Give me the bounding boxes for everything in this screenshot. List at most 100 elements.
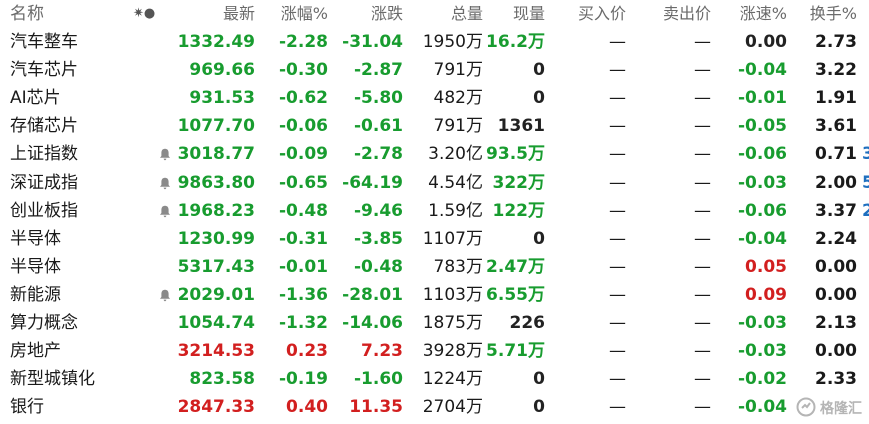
table-row[interactable]: 银行 2847.33 0.40 11.35 2704万 0 — — -0.04 [0, 393, 869, 421]
row-speed: -0.03 [738, 341, 787, 362]
row-bid: — [609, 341, 626, 362]
row-current-volume: 0 [533, 228, 545, 249]
row-current-volume: 226 [509, 313, 546, 334]
table-row[interactable]: 新能源 2029.01 -1.36 -28.01 1103万 6.55万 — — 0.09 0.0… [0, 281, 869, 309]
header-name[interactable]: 名称 [10, 0, 44, 28]
row-current-volume: 0 [533, 369, 545, 390]
row-speed: -0.04 [738, 228, 787, 249]
row-name: 新能源 [10, 284, 61, 305]
row-bid: — [609, 144, 626, 165]
row-bid: — [609, 369, 626, 390]
row-volume: 3.20亿 [428, 144, 483, 165]
header-star-icon[interactable]: ✷● [133, 0, 155, 28]
row-price: 969.66 [189, 60, 255, 81]
row-name: 新型城镇化 [10, 369, 95, 390]
row-name: 上证指数 [10, 144, 78, 165]
row-bid: — [609, 116, 626, 137]
row-price: 1332.49 [177, 32, 255, 53]
row-change-pct: -0.62 [279, 88, 328, 109]
row-turnover: 0.00 [815, 284, 857, 305]
header-change[interactable]: 涨跌 [371, 0, 403, 28]
table-row[interactable]: 算力概念 1054.74 -1.32 -14.06 1875万 226 — — -0.03 2.1… [0, 309, 869, 337]
row-volume: 1.59亿 [428, 200, 483, 221]
row-price: 823.58 [189, 369, 255, 390]
bell-icon[interactable] [159, 289, 171, 302]
watermark-text: 格隆汇 [820, 401, 862, 417]
row-overflow-value: 5 [862, 172, 869, 193]
row-name: 半导体 [10, 256, 61, 277]
row-price: 2847.33 [177, 397, 255, 418]
row-change-pct: -0.31 [279, 228, 328, 249]
row-change-pct: -0.01 [279, 256, 328, 277]
quote-table: 名称 ✷● 最新 涨幅% 涨跌 总量 现量 买入价 卖出价 涨速% 换手% 汽车… [0, 0, 869, 424]
row-bid: — [609, 32, 626, 53]
table-row[interactable]: 新型城镇化 823.58 -0.19 -1.60 1224万 0 — — -0.02 2.33 [0, 365, 869, 393]
row-speed: 0.09 [745, 284, 787, 305]
row-change-pct: -1.32 [279, 313, 328, 334]
row-change: -14.06 [342, 313, 403, 334]
row-change-pct: -1.36 [279, 284, 328, 305]
header-current-volume[interactable]: 现量 [513, 0, 545, 28]
bell-icon[interactable] [159, 148, 171, 161]
row-name: 银行 [10, 397, 44, 418]
row-overflow-value: 3 [862, 144, 869, 165]
row-change: -9.46 [354, 200, 403, 221]
row-current-volume: 0 [533, 88, 545, 109]
header-turnover[interactable]: 换手% [810, 0, 857, 28]
row-price: 3214.53 [177, 341, 255, 362]
row-speed: -0.06 [738, 144, 787, 165]
row-price: 9863.80 [177, 172, 255, 193]
table-row[interactable]: 汽车芯片 969.66 -0.30 -2.87 791万 0 — — -0.04 3.22 [0, 56, 869, 84]
header-volume[interactable]: 总量 [451, 0, 483, 28]
row-bid: — [609, 228, 626, 249]
row-change-pct: -2.28 [279, 32, 328, 53]
row-ask: — [694, 172, 711, 193]
table-row[interactable]: 上证指数 3018.77 -0.09 -2.78 3.20亿 93.5万 — — -0.06 0.… [0, 140, 869, 168]
table-row[interactable]: 创业板指 1968.23 -0.48 -9.46 1.59亿 122万 — — -0.06 3.3… [0, 197, 869, 225]
header-ask[interactable]: 卖出价 [663, 0, 711, 28]
table-row[interactable]: 汽车整车 1332.49 -2.28 -31.04 1950万 16.2万 — — 0.00 2.… [0, 28, 869, 56]
row-current-volume: 1361 [497, 116, 545, 137]
row-name: 汽车整车 [10, 32, 78, 53]
row-ask: — [694, 284, 711, 305]
row-current-volume: 5.71万 [486, 341, 545, 362]
bell-icon[interactable] [159, 205, 171, 218]
row-ask: — [694, 313, 711, 334]
table-row[interactable]: 房地产 3214.53 0.23 7.23 3928万 5.71万 — — -0.03 0.00 [0, 337, 869, 365]
row-turnover: 3.22 [815, 60, 857, 81]
row-volume: 791万 [433, 116, 483, 137]
header-price[interactable]: 最新 [223, 0, 255, 28]
row-volume: 482万 [433, 88, 483, 109]
table-row[interactable]: 半导体 5317.43 -0.01 -0.48 783万 2.47万 — — 0.05 0.00 [0, 253, 869, 281]
row-volume: 1103万 [422, 284, 483, 305]
row-speed: -0.03 [738, 172, 787, 193]
row-price: 1077.70 [177, 116, 255, 137]
row-bid: — [609, 88, 626, 109]
row-speed: -0.04 [738, 60, 787, 81]
table-row[interactable]: 存储芯片 1077.70 -0.06 -0.61 791万 1361 — — -0.05 3.61 [0, 112, 869, 140]
row-volume: 791万 [433, 60, 483, 81]
watermark: 格隆汇 [796, 394, 866, 420]
bell-icon[interactable] [159, 177, 171, 190]
row-bid: — [609, 397, 626, 418]
row-volume: 1950万 [422, 32, 483, 53]
table-row[interactable]: 半导体 1230.99 -0.31 -3.85 1107万 0 — — -0.04 2.24 [0, 225, 869, 253]
row-name: 创业板指 [10, 200, 78, 221]
table-row[interactable]: AI芯片 931.53 -0.62 -5.80 482万 0 — — -0.01 1.91 [0, 84, 869, 112]
row-current-volume: 0 [533, 397, 545, 418]
row-bid: — [609, 256, 626, 277]
row-turnover: 2.13 [815, 313, 857, 334]
table-row[interactable]: 深证成指 9863.80 -0.65 -64.19 4.54亿 322万 — — -0.03 2.… [0, 169, 869, 197]
header-bid[interactable]: 买入价 [578, 0, 626, 28]
row-speed: -0.06 [738, 200, 787, 221]
row-price: 2029.01 [177, 284, 255, 305]
row-current-volume: 6.55万 [486, 284, 545, 305]
table-header: 名称 ✷● 最新 涨幅% 涨跌 总量 现量 买入价 卖出价 涨速% 换手% [0, 0, 869, 28]
row-turnover: 0.71 [815, 144, 857, 165]
row-bid: — [609, 172, 626, 193]
row-bid: — [609, 284, 626, 305]
row-change: -2.78 [354, 144, 403, 165]
header-change-pct[interactable]: 涨幅% [281, 0, 328, 28]
row-change: -64.19 [342, 172, 403, 193]
header-speed[interactable]: 涨速% [740, 0, 787, 28]
